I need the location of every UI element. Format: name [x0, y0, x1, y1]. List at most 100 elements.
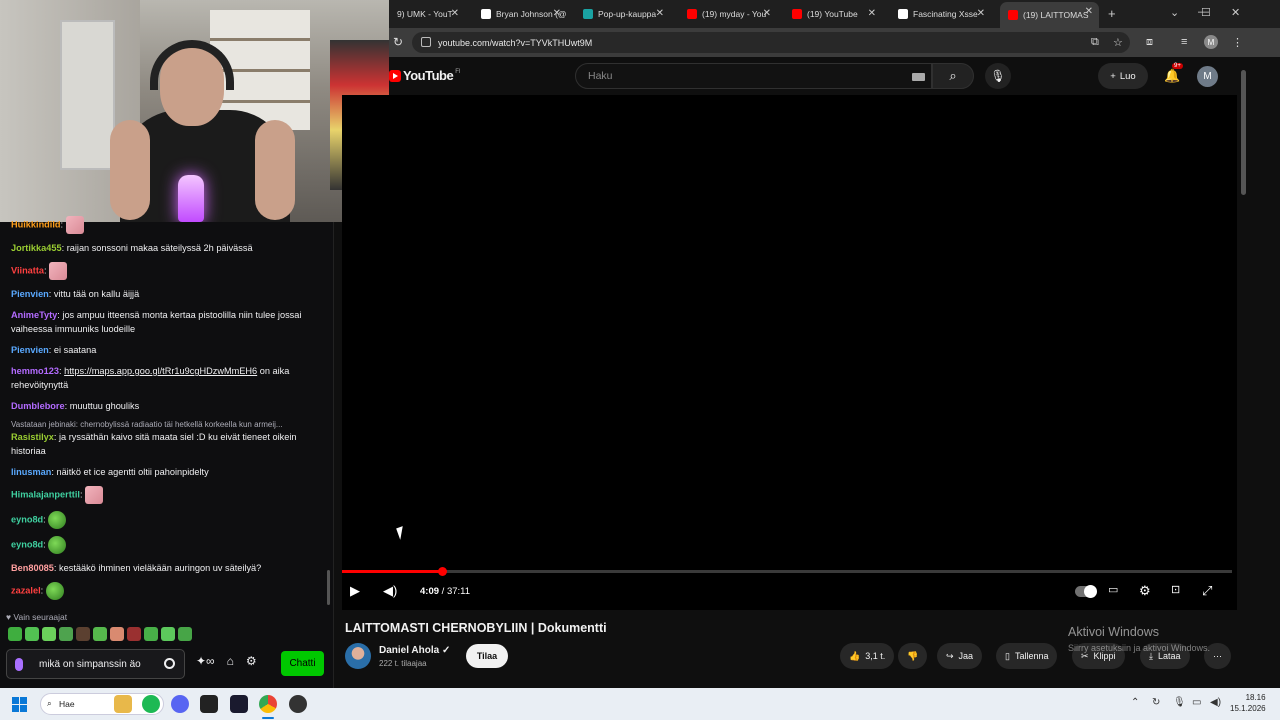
browser-tab[interactable]: (19) myday - You ✕ — [679, 4, 777, 24]
tab-close-icon[interactable]: ✕ — [656, 8, 664, 19]
chat-username[interactable]: Pienvien — [11, 345, 49, 355]
subscribe-button[interactable]: Tilaa — [466, 644, 508, 668]
browser-tab[interactable]: Fascinating Xsse ✕ — [890, 4, 991, 24]
install-app-icon[interactable]: ⧉ — [1091, 36, 1099, 49]
chat-username[interactable]: Himalajanperttil — [11, 489, 80, 499]
chat-username[interactable]: Jortikka455 — [11, 243, 62, 253]
browser-tab[interactable]: Pop-up-kauppa ✕ — [575, 4, 670, 24]
chat-emote-icon[interactable] — [85, 486, 104, 504]
gear-icon[interactable]: ⚙ — [246, 654, 257, 668]
tab-close-icon[interactable]: ✕ — [977, 8, 985, 19]
save-button[interactable]: ▯ Tallenna — [996, 643, 1058, 669]
youtube-logo[interactable]: YouTube FI — [389, 68, 461, 83]
taskbar-clock[interactable]: 18.16 15.1.2026 — [1230, 692, 1266, 714]
bookmark-star-icon[interactable]: ☆ — [1113, 36, 1123, 49]
emote-icon[interactable] — [110, 627, 124, 641]
chat-username[interactable]: zazalel — [11, 585, 41, 595]
channel-avatar[interactable] — [345, 643, 371, 669]
account-avatar[interactable]: M — [1197, 66, 1218, 87]
app-n-icon[interactable] — [200, 695, 218, 713]
chat-username[interactable]: Ben80085 — [11, 563, 54, 573]
chat-username[interactable]: linusman — [11, 467, 51, 477]
subtitles-icon[interactable]: ▭ — [1108, 583, 1118, 596]
browser-tab[interactable]: (19) YouTube ✕ — [784, 4, 882, 24]
dislike-button[interactable]: 👎 — [898, 643, 928, 669]
chat-username[interactable]: AnimeTyty — [11, 310, 57, 320]
extensions-icon[interactable]: ⧈ — [1146, 36, 1153, 49]
video-player[interactable]: ▶ ◀) 4:09 / 37:11 ▭ ⚙ ⊡ ⤢ — [342, 95, 1237, 610]
emote-icon[interactable] — [178, 627, 192, 641]
chat-username[interactable]: Viinatta — [11, 265, 44, 275]
chat-emote-icon[interactable] — [48, 511, 67, 529]
play-icon[interactable]: ▶ — [350, 583, 360, 599]
chat-emote-icon[interactable] — [49, 262, 68, 280]
network-icon[interactable]: ▭ — [1192, 697, 1201, 708]
discord-icon[interactable] — [171, 695, 189, 713]
progress-knob[interactable] — [437, 567, 447, 576]
emote-icon[interactable] — [76, 627, 90, 641]
mic-tray-icon[interactable]: 🎙 — [1173, 697, 1186, 708]
emote-icon[interactable] — [144, 627, 158, 641]
chat-username[interactable]: Huikkindild — [11, 219, 61, 229]
progress-bar[interactable] — [342, 567, 1232, 576]
browser-tab[interactable]: Bryan Johnson (@ ✕ — [473, 4, 567, 24]
gift-icon[interactable]: ⌂ — [227, 654, 234, 668]
bits-icon[interactable]: ✦∞ — [196, 654, 215, 668]
search-button[interactable]: ⌕ — [932, 63, 974, 89]
chat-link[interactable]: https://maps.app.goo.gl/tRr1u9cgHDzwMmEH… — [64, 366, 257, 376]
chat-emote-icon[interactable] — [45, 582, 64, 600]
sync-icon[interactable]: ↻ — [1152, 697, 1160, 708]
emote-icon[interactable] — [42, 627, 56, 641]
page-scrollbar[interactable] — [1241, 70, 1246, 195]
emote-icon[interactable] — [127, 627, 141, 641]
create-button[interactable]: + Luo — [1098, 63, 1148, 89]
chat-username[interactable]: Pienvien — [11, 289, 49, 299]
emote-icon[interactable] — [93, 627, 107, 641]
search-input[interactable]: Haku — [575, 63, 932, 89]
chevron-down-icon[interactable]: ⌄ — [1170, 6, 1179, 19]
volume-icon[interactable]: ◀) — [1210, 697, 1221, 708]
tab-close-icon[interactable]: ✕ — [553, 8, 561, 19]
browser-tab[interactable]: 9) UMK - YouT ✕ — [389, 4, 465, 24]
site-info-icon[interactable] — [421, 37, 431, 47]
app-x-icon[interactable] — [230, 695, 248, 713]
reply-reference[interactable]: Vastataan jebinaki: chernobylissä radiaa… — [11, 420, 320, 429]
chat-username[interactable]: eyno8d — [11, 514, 43, 524]
volume-icon[interactable]: ◀) — [383, 583, 397, 599]
maximize-icon[interactable]: ☐ — [1201, 6, 1211, 19]
channel-name[interactable]: Daniel Ahola ✓ — [379, 645, 450, 656]
reload-icon[interactable]: ↻ — [393, 35, 403, 49]
chrome-icon[interactable] — [259, 695, 277, 713]
emote-icon[interactable] — [25, 627, 39, 641]
chat-input[interactable]: mikä on simpanssin äo — [6, 649, 185, 679]
spotify-icon[interactable] — [142, 695, 160, 713]
profile-avatar[interactable]: M — [1204, 35, 1218, 49]
tab-close-icon[interactable]: ✕ — [763, 8, 771, 19]
emote-icon[interactable] — [161, 627, 175, 641]
autoplay-toggle[interactable] — [1075, 585, 1097, 598]
chat-username[interactable]: eyno8d — [11, 539, 43, 549]
browser-tab[interactable]: (19) LAITTOMAS ✕ — [1000, 2, 1099, 28]
tab-close-icon[interactable]: ✕ — [451, 8, 459, 19]
tab-close-icon[interactable]: ✕ — [868, 8, 876, 19]
share-button[interactable]: ↪ Jaa — [937, 643, 983, 669]
url-field[interactable]: youtube.com/watch?v=TYVkTHUwt9M — [412, 32, 1130, 53]
keyboard-icon[interactable] — [912, 73, 925, 81]
mic-icon[interactable] — [15, 657, 23, 671]
chat-username[interactable]: Rasistilyx — [11, 432, 54, 442]
chat-message-list[interactable]: Huikkindild: Jortikka455: raijan sonsson… — [0, 216, 328, 601]
chat-emote-icon[interactable] — [48, 536, 67, 554]
more-menu-icon[interactable]: ⋮ — [1232, 36, 1243, 49]
reading-list-icon[interactable]: ≡ — [1181, 36, 1187, 48]
obs-icon[interactable] — [289, 695, 307, 713]
settings-icon[interactable]: ⚙ — [1139, 583, 1151, 599]
tab-close-icon[interactable]: ✕ — [1085, 6, 1093, 17]
chat-scrollbar[interactable] — [327, 570, 330, 605]
emoji-icon[interactable] — [164, 658, 175, 669]
file-explorer-icon[interactable] — [114, 695, 132, 713]
fullscreen-icon[interactable]: ⤢ — [1202, 583, 1212, 599]
windows-start-icon[interactable] — [12, 697, 28, 713]
miniplayer-icon[interactable]: ⊡ — [1171, 583, 1180, 596]
voice-search-button[interactable]: 🎙 — [985, 63, 1011, 89]
chat-username[interactable]: Dumblebore — [11, 401, 65, 411]
